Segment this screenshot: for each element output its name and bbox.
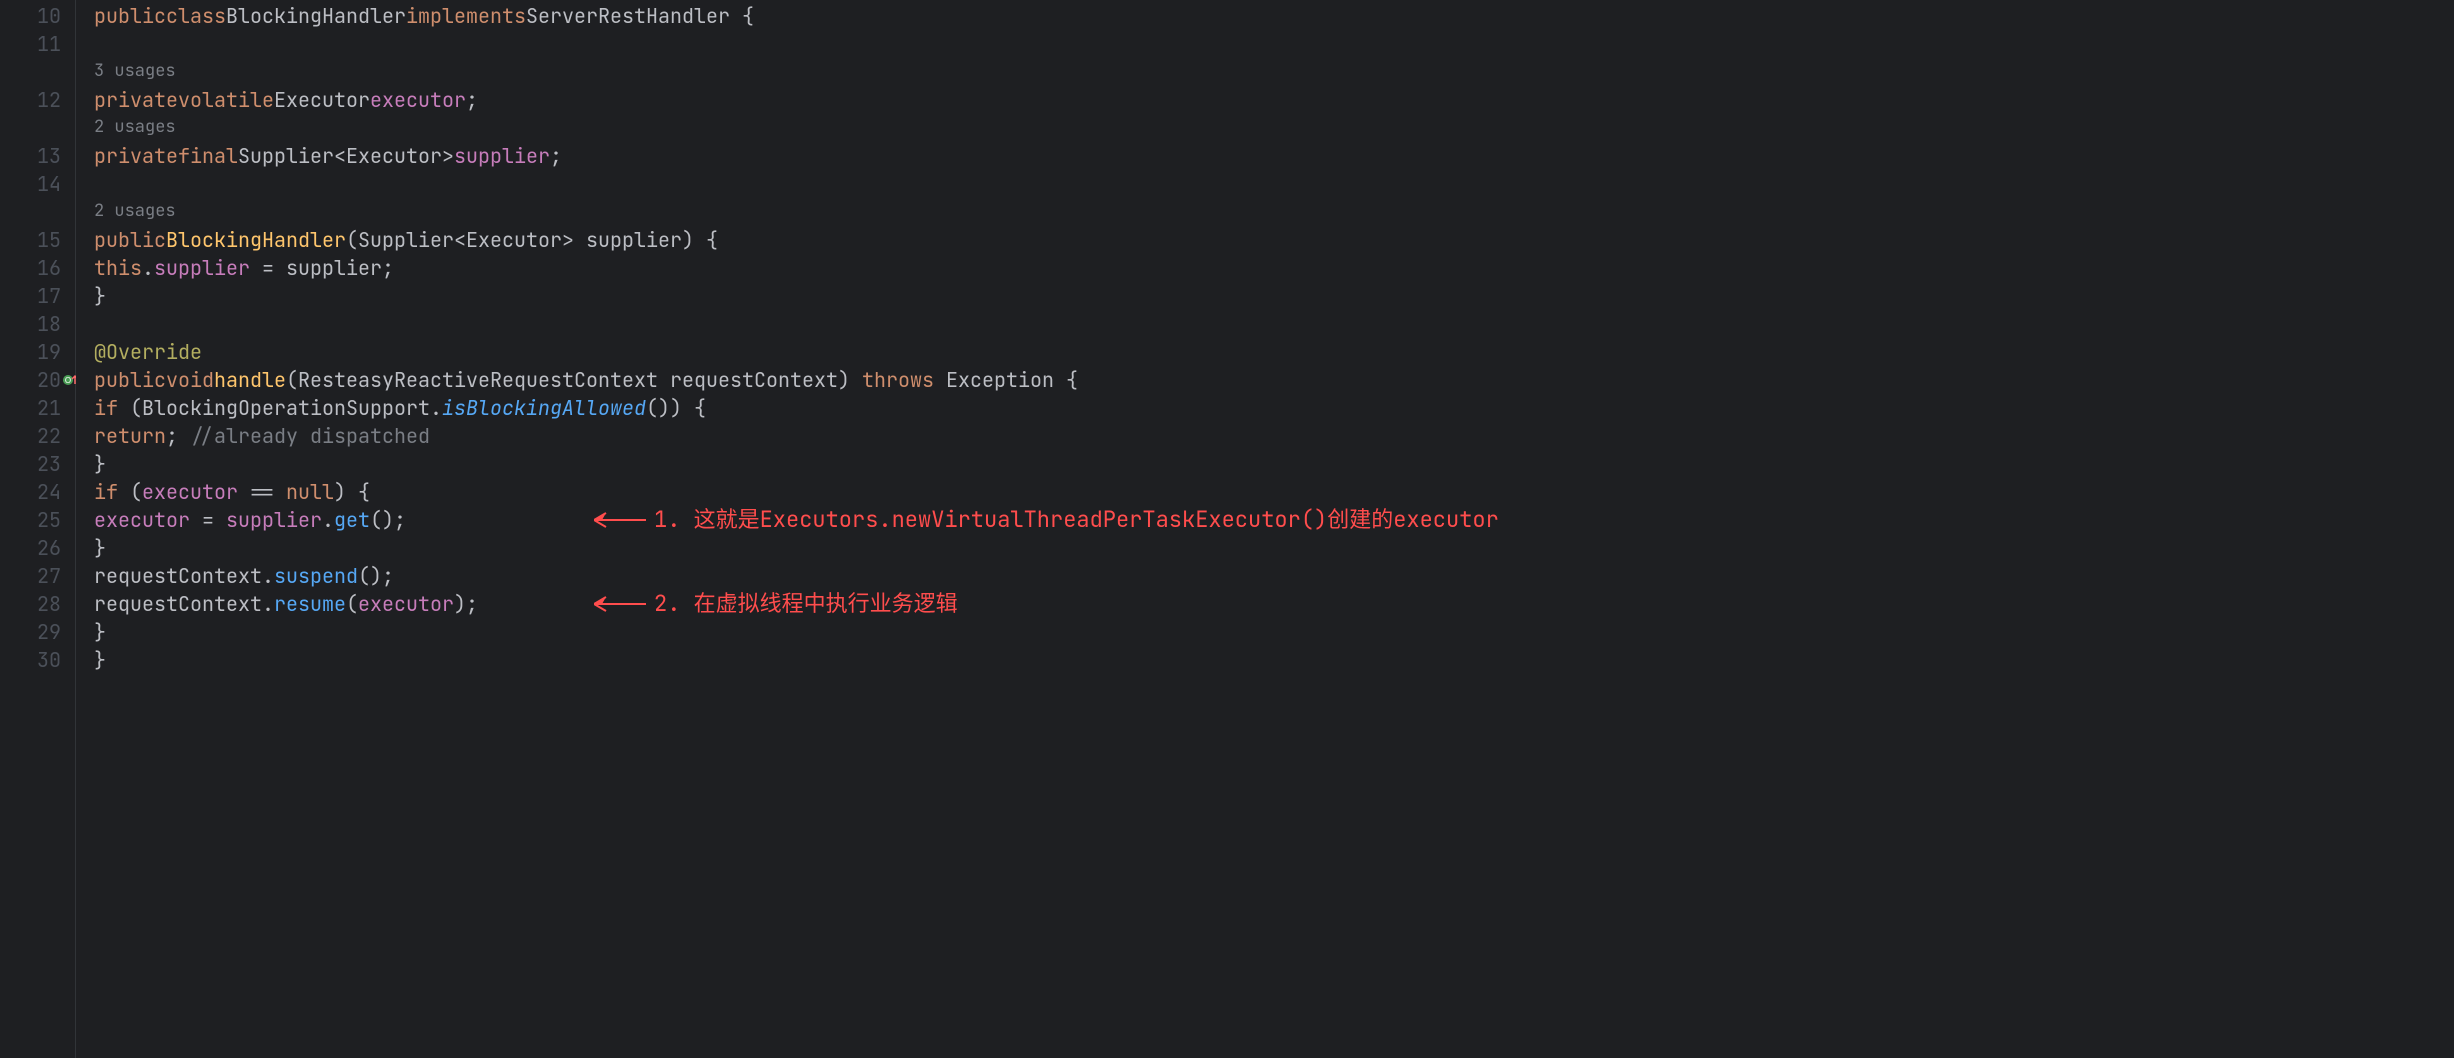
line-number[interactable]: 28 bbox=[0, 590, 75, 618]
annotation-1: 1. 这就是Executors.newVirtualThreadPerTaskE… bbox=[594, 505, 1499, 536]
arrow-icon bbox=[594, 595, 646, 613]
svg-text:O: O bbox=[65, 376, 71, 385]
code-line[interactable]: public void handle(ResteasyReactiveReque… bbox=[94, 366, 2454, 394]
line-number[interactable]: 23 bbox=[0, 450, 75, 478]
code-line[interactable]: @Override bbox=[94, 338, 2454, 366]
line-number[interactable]: 20 O bbox=[0, 366, 75, 394]
line-number[interactable]: 17 bbox=[0, 282, 75, 310]
line-number[interactable]: 15 bbox=[0, 226, 75, 254]
code-line[interactable] bbox=[94, 170, 2454, 198]
line-number[interactable]: 18 bbox=[0, 310, 75, 338]
line-number[interactable]: 11 bbox=[0, 30, 75, 58]
line-number[interactable]: 16 bbox=[0, 254, 75, 282]
code-editor: 10 11 12 13 14 15 16 17 18 19 20 O 21 22… bbox=[0, 0, 2454, 1058]
code-line[interactable]: } bbox=[94, 450, 2454, 478]
code-line[interactable]: public class BlockingHandler implements … bbox=[94, 2, 2454, 30]
line-number[interactable]: 14 bbox=[0, 170, 75, 198]
code-line[interactable]: if (executor == null) { bbox=[94, 478, 2454, 506]
line-number[interactable]: 27 bbox=[0, 562, 75, 590]
code-line[interactable]: requestContext.suspend(); bbox=[94, 562, 2454, 590]
code-area[interactable]: public class BlockingHandler implements … bbox=[76, 0, 2454, 1058]
annotation-text: 1. 这就是Executors.newVirtualThreadPerTaskE… bbox=[654, 505, 1499, 536]
code-line[interactable] bbox=[94, 310, 2454, 338]
usages-hint[interactable]: 2 usages bbox=[94, 198, 2454, 226]
code-line[interactable]: this.supplier = supplier; bbox=[94, 254, 2454, 282]
code-line[interactable]: private final Supplier<Executor> supplie… bbox=[94, 142, 2454, 170]
line-number[interactable]: 22 bbox=[0, 422, 75, 450]
usages-hint-line bbox=[0, 58, 75, 86]
usages-hint[interactable]: 3 usages bbox=[94, 58, 2454, 86]
code-line[interactable] bbox=[94, 30, 2454, 58]
arrow-icon bbox=[594, 511, 646, 529]
code-line[interactable]: } bbox=[94, 618, 2454, 646]
annotation-2: 2. 在虚拟线程中执行业务逻辑 bbox=[594, 589, 958, 620]
code-line[interactable]: } bbox=[94, 282, 2454, 310]
code-line[interactable]: } bbox=[94, 646, 2454, 674]
usages-hint[interactable]: 2 usages bbox=[94, 114, 2454, 142]
line-number[interactable]: 13 bbox=[0, 142, 75, 170]
gutter: 10 11 12 13 14 15 16 17 18 19 20 O 21 22… bbox=[0, 0, 76, 1058]
code-line[interactable]: private volatile Executor executor; bbox=[94, 86, 2454, 114]
usages-hint-line bbox=[0, 198, 75, 226]
line-number[interactable]: 24 bbox=[0, 478, 75, 506]
line-number[interactable]: 30 bbox=[0, 646, 75, 674]
code-line[interactable]: if (BlockingOperationSupport.isBlockingA… bbox=[94, 394, 2454, 422]
code-line[interactable]: return; //already dispatched bbox=[94, 422, 2454, 450]
line-number[interactable]: 21 bbox=[0, 394, 75, 422]
line-number[interactable]: 29 bbox=[0, 618, 75, 646]
line-number[interactable]: 25 bbox=[0, 506, 75, 534]
line-number[interactable]: 12 bbox=[0, 86, 75, 114]
usages-hint-line bbox=[0, 114, 75, 142]
line-number[interactable]: 26 bbox=[0, 534, 75, 562]
code-line[interactable]: public BlockingHandler(Supplier<Executor… bbox=[94, 226, 2454, 254]
line-number[interactable]: 10 bbox=[0, 2, 75, 30]
code-line[interactable]: requestContext.resume(executor); 2. 在虚拟线… bbox=[94, 590, 2454, 618]
code-line[interactable]: executor = supplier.get(); 1. 这就是Executo… bbox=[94, 506, 2454, 534]
annotation-text: 2. 在虚拟线程中执行业务逻辑 bbox=[654, 589, 958, 620]
code-line[interactable]: } bbox=[94, 534, 2454, 562]
line-number[interactable]: 19 bbox=[0, 338, 75, 366]
